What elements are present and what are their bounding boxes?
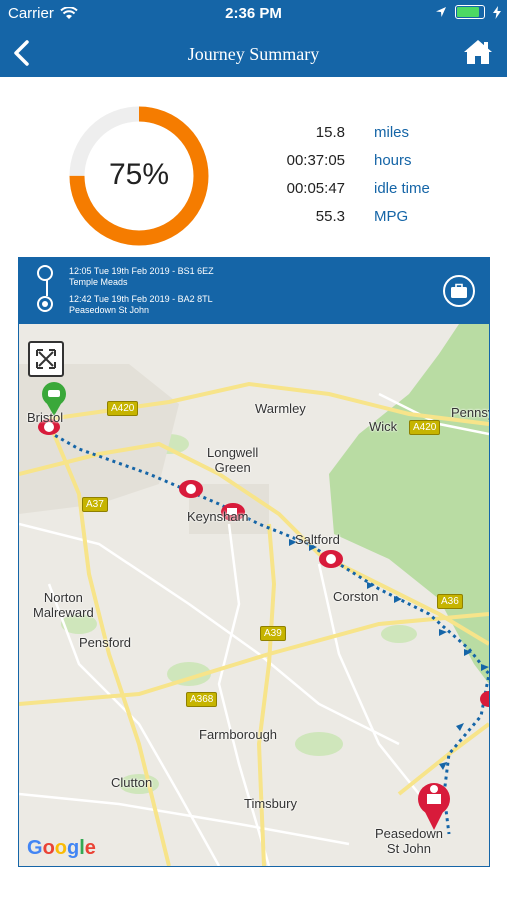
eco-score-label: 75% [108,158,170,191]
green-patch [295,732,343,756]
mpg-value: 55.3 [315,208,345,225]
place-label: Peasedown St John [375,826,443,856]
business-trip-button[interactable] [443,275,475,307]
road-label: A420 [107,401,139,416]
route-map-card: 12:05 Tue 19th Feb 2019 - BS1 6EZ Temple… [18,257,490,867]
distance-value: 15.8 [315,124,345,141]
place-label: Wick [369,419,398,434]
duration-value: 00:37:05 [286,152,345,169]
mpg-unit: MPG [374,208,409,225]
idle-time-value: 00:05:47 [286,180,345,197]
route-start-time: 12:05 Tue 19th Feb 2019 - BS1 6EZ [69,266,214,276]
idle-time-unit: idle time [374,180,430,197]
google-attribution-logo: Google [27,837,96,859]
home-button[interactable] [463,38,493,66]
briefcase-icon [451,283,467,298]
route-direction-arrow [439,629,447,636]
start-point-icon [37,265,53,281]
route-direction-arrow [456,723,464,731]
route-start-place: Temple Meads [69,277,128,287]
place-label: Norton Malreward [33,590,94,620]
harsh-acceleration-event-marker[interactable] [319,550,343,568]
stat-row-idle: 00:05:47 idle time [280,178,480,206]
stat-row-duration: 00:37:05 hours [280,150,480,178]
distance-unit: miles [374,124,410,141]
place-label: Keynsham [187,509,249,524]
place-label: Pennsy [451,405,489,420]
place-label: Warmley [255,401,306,416]
end-point-icon [37,296,53,312]
place-label: Corston [333,589,379,604]
fullscreen-toggle[interactable] [28,341,64,377]
place-label: Pensford [79,635,132,650]
battery-icon [455,5,485,19]
road-label: A39 [260,626,286,641]
road-label: A368 [186,692,218,707]
place-label: Bristol [27,410,64,425]
status-bar: Carrier 2:36 PM [0,0,507,28]
route-end-place: Peasedown St John [69,305,150,315]
place-label: Farmborough [199,727,278,742]
road-label: A420 [409,420,441,435]
location-arrow-icon [436,7,446,17]
app-header: Carrier 2:36 PM Journey Summary [0,0,507,77]
road-label: A37 [82,497,108,512]
place-label: Clutton [111,775,153,790]
harsh-braking-event-marker[interactable] [179,480,203,498]
page-title: Journey Summary [187,44,320,64]
charging-bolt-icon [493,5,501,19]
place-label: Longwell Green [207,445,259,475]
place-label: Saltford [295,532,340,547]
home-icon [464,40,492,64]
status-time: 2:36 PM [225,5,282,22]
route-end: 12:42 Tue 19th Feb 2019 - BA2 8TL Peased… [69,294,213,316]
journey-stats: 15.8 miles 00:37:05 hours 00:05:47 idle … [280,122,480,234]
urban-area-bristol [19,364,179,514]
duration-unit: hours [374,152,412,169]
expand-icon [36,349,56,369]
stat-row-mpg: 55.3 MPG [280,206,480,234]
route-end-time: 12:42 Tue 19th Feb 2019 - BA2 8TL [69,294,213,304]
end-location-marker[interactable] [418,783,450,830]
cornering-event-marker[interactable] [480,691,489,707]
nav-bar: Journey Summary [0,28,507,77]
route-connector [46,280,48,296]
place-label: Timsbury [244,796,297,811]
a-road [256,523,277,866]
route-start: 12:05 Tue 19th Feb 2019 - BS1 6EZ Temple… [69,266,214,288]
green-patch [381,625,417,643]
route-map[interactable]: Bristol Warmley Longwell Green Wick Penn… [19,324,489,866]
stat-row-distance: 15.8 miles [280,122,480,150]
route-header: 12:05 Tue 19th Feb 2019 - BS1 6EZ Temple… [19,258,489,324]
road-label: A36 [437,594,463,609]
